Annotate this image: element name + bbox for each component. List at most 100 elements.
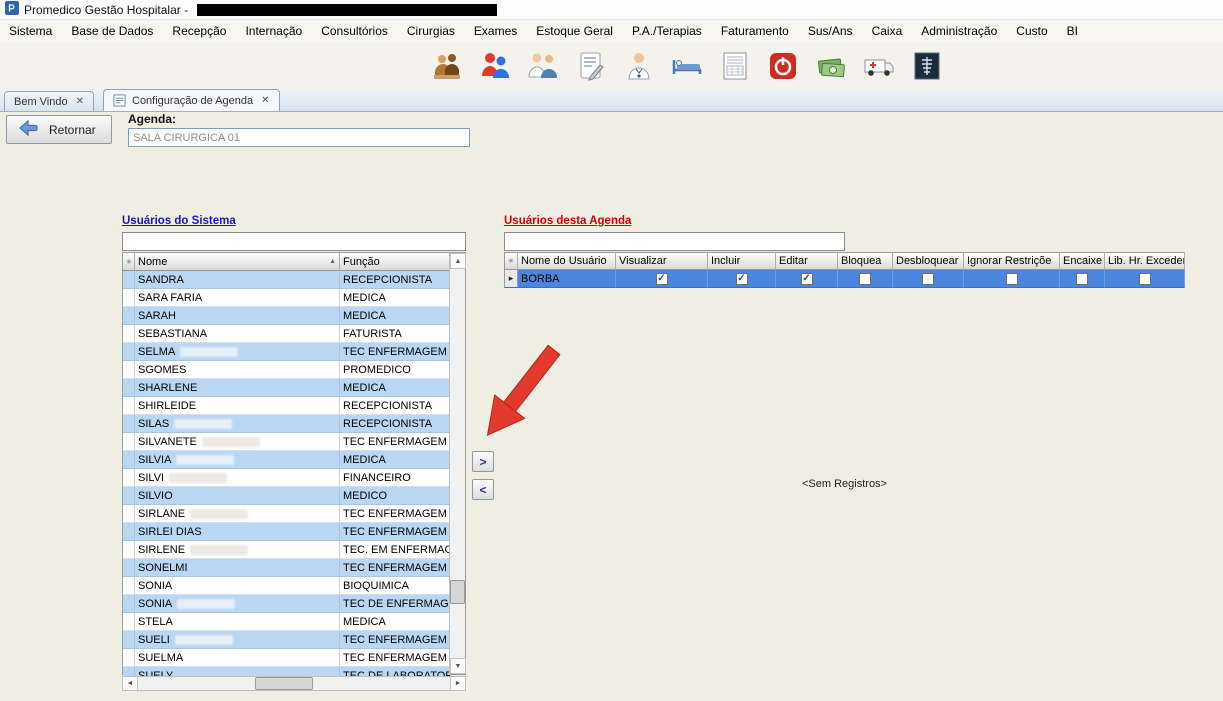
table-row[interactable]: SUELMATEC ENFERMAGEM [123,649,451,667]
horizontal-scrollbar[interactable]: ◄ ► [122,676,466,691]
prescription-icon[interactable] [574,49,608,83]
scroll-left-icon[interactable]: ◄ [123,677,138,690]
menu-item-cirurgias[interactable]: Cirurgias [407,24,455,38]
grid-star-icon[interactable]: ✳ [123,253,135,271]
doctor-icon[interactable] [622,49,656,83]
column-header-bloquea[interactable]: Bloquea [838,252,893,270]
column-header-visualizar[interactable]: Visualizar [616,252,708,270]
column-header-nome[interactable]: Nome ▲ [135,253,340,271]
checkbox-cell-incluir[interactable]: ✓ [708,270,776,288]
column-header-editar[interactable]: Editar [776,252,838,270]
agenda-users-title[interactable]: Usuários desta Agenda [504,215,631,227]
scrollbar-thumb[interactable] [450,580,465,604]
column-header-nome-do-usu-rio[interactable]: Nome do Usuário [518,252,616,270]
checkbox-cell-editar[interactable]: ✓ [776,270,838,288]
bloquear-checkbox[interactable] [859,273,871,285]
visualizar-checkbox[interactable]: ✓ [656,273,668,285]
table-row[interactable]: SARAHMEDICA [123,307,451,325]
table-row[interactable]: SIRLANETEC ENFERMAGEM [123,505,451,523]
column-header-lib-hr-excedent[interactable]: Lib. Hr. Excedent [1105,252,1185,270]
return-button[interactable]: Retornar [6,115,112,144]
menu-item-recep-o[interactable]: Recepção [172,24,226,38]
menu-item-sistema[interactable]: Sistema [9,24,52,38]
menu-item-custo[interactable]: Custo [1016,24,1047,38]
table-row[interactable]: SEBASTIANAFATURISTA [123,325,451,343]
encaixe-checkbox[interactable] [1076,273,1088,285]
vertical-scrollbar[interactable]: ▲ ▼ [449,253,465,674]
table-row[interactable]: SARA FARIAMEDICA [123,289,451,307]
table-row[interactable]: SIRLEI DIASTEC ENFERMAGEM [123,523,451,541]
system-users-filter-input[interactable] [122,232,466,251]
tab-bem-vindo[interactable]: Bem Vindo ✕ [4,91,94,111]
table-row[interactable]: SILVANETETEC ENFERMAGEM [123,433,451,451]
table-row[interactable]: SILASRECEPCIONISTA [123,415,451,433]
checkbox-cell-bloquear[interactable] [838,270,893,288]
column-header-funcao[interactable]: Função [340,253,451,271]
menu-item-administra-o[interactable]: Administração [921,24,997,38]
ambulance-icon[interactable] [862,49,896,83]
menu-item-sus-ans[interactable]: Sus/Ans [808,24,853,38]
table-row[interactable]: SUELYTEC DE LABORATORIO [123,667,451,676]
reception-icon[interactable] [430,49,464,83]
column-header-desbloquear[interactable]: Desbloquear [893,252,964,270]
scroll-up-icon[interactable]: ▲ [450,253,466,269]
power-icon[interactable] [766,49,800,83]
menu-item-bi[interactable]: BI [1067,24,1078,38]
table-row[interactable]: STELAMEDICA [123,613,451,631]
close-tab-icon[interactable]: ✕ [261,95,269,106]
scroll-right-icon[interactable]: ► [450,677,465,690]
lib_hr_excedente-checkbox[interactable] [1139,273,1151,285]
table-row[interactable]: SONELMITEC ENFERMAGEM [123,559,451,577]
scroll-down-icon[interactable]: ▼ [450,658,466,674]
table-row[interactable]: SGOMESPROMEDICO [123,361,451,379]
menu-item-estoque-geral[interactable]: Estoque Geral [536,24,613,38]
column-header-incluir[interactable]: Incluir [708,252,776,270]
checkbox-cell-ignorar_restricoes[interactable] [964,270,1060,288]
checkbox-cell-encaixe[interactable] [1060,270,1105,288]
menu-item-p-a-terapias[interactable]: P.A./Terapias [632,24,702,38]
grid-star-icon[interactable]: ✳ [504,252,518,270]
add-user-button[interactable]: > [472,451,494,472]
table-row[interactable]: SIRLENETEC. EM ENFERMAGEM [123,541,451,559]
patients-icon[interactable] [478,49,512,83]
remove-user-button[interactable]: < [472,479,494,500]
menu-item-base-de-dados[interactable]: Base de Dados [71,24,153,38]
menu-item-caixa[interactable]: Caixa [872,24,903,38]
invoice-icon[interactable] [718,49,752,83]
menu-item-exames[interactable]: Exames [474,24,517,38]
table-row[interactable]: SONIABIOQUIMICA [123,577,451,595]
table-row[interactable]: SHARLENEMEDICA [123,379,451,397]
ignorar_restricoes-checkbox[interactable] [1006,273,1018,285]
menu-item-interna-o[interactable]: Internação [245,24,302,38]
scrollbar-thumb[interactable] [255,677,313,690]
column-header-ignorar-restri-e[interactable]: Ignorar Restriçõe [964,252,1060,270]
table-row[interactable]: SONIATEC DE ENFERMAGEM [123,595,451,613]
table-row[interactable]: SHIRLEIDERECEPCIONISTA [123,397,451,415]
scrollbar-track[interactable] [138,677,450,690]
table-row[interactable]: SILVIAMEDICA [123,451,451,469]
table-row[interactable]: SANDRARECEPCIONISTA [123,271,451,289]
checkbox-cell-visualizar[interactable]: ✓ [616,270,708,288]
editar-checkbox[interactable]: ✓ [801,273,813,285]
table-row[interactable]: SILVIFINANCEIRO [123,469,451,487]
scrollbar-track[interactable] [450,269,465,658]
hospital-bed-icon[interactable] [670,49,704,83]
desbloquear-checkbox[interactable] [922,273,934,285]
medical-staff-icon[interactable] [526,49,560,83]
agenda-name-input[interactable] [128,128,470,147]
column-header-encaixe[interactable]: Encaixe [1060,252,1105,270]
table-row[interactable]: SELMATEC ENFERMAGEM [123,343,451,361]
agenda-users-filter-input[interactable] [504,232,845,251]
cash-icon[interactable] [814,49,848,83]
table-row[interactable]: SUELITEC ENFERMAGEM [123,631,451,649]
incluir-checkbox[interactable]: ✓ [736,273,748,285]
menu-item-consult-rios[interactable]: Consultórios [321,24,388,38]
table-row[interactable]: SILVIOMEDICO [123,487,451,505]
xray-icon[interactable] [910,49,944,83]
close-tab-icon[interactable]: ✕ [76,96,84,107]
menu-item-faturamento[interactable]: Faturamento [721,24,789,38]
system-users-title[interactable]: Usuários do Sistema [122,215,236,227]
tab-configuracao-de-agenda[interactable]: Configuração de Agenda ✕ [103,89,280,111]
checkbox-cell-lib_hr_excedente[interactable] [1105,270,1185,288]
table-row[interactable]: ▸BORBA✓✓✓ [504,270,1185,288]
